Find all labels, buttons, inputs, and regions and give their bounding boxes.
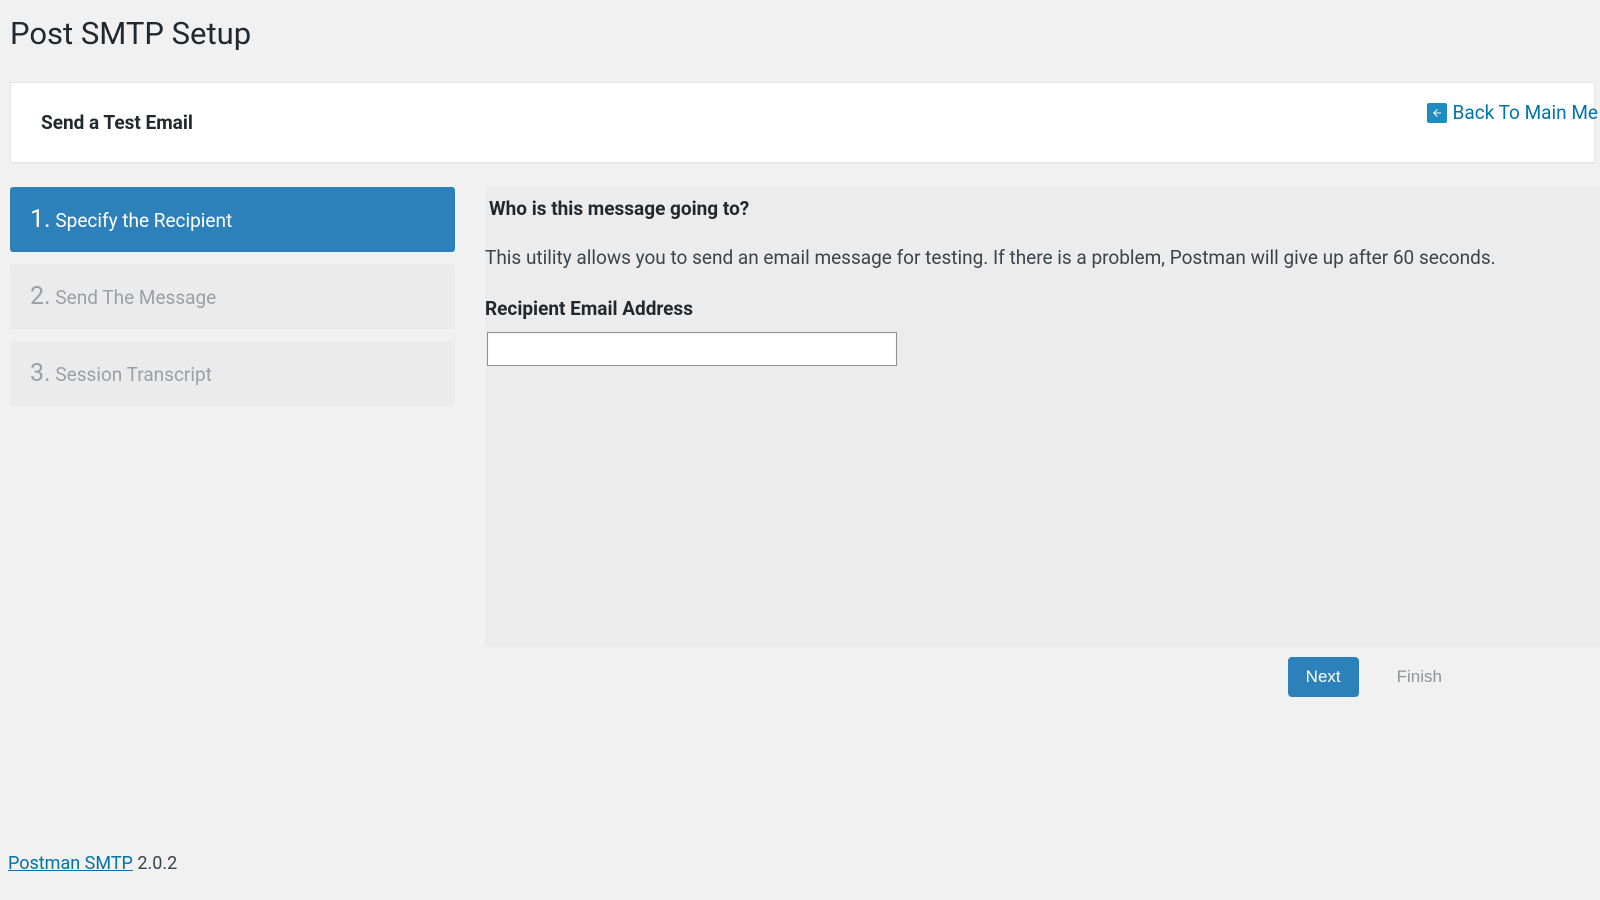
content-panel: Who is this message going to? This utili… — [485, 187, 1600, 647]
card-title: Send a Test Email — [41, 111, 1564, 134]
step-number: 3. — [30, 359, 51, 388]
recipient-label: Recipient Email Address — [485, 297, 1600, 332]
footer-version: 2.0.2 — [133, 853, 177, 874]
content-description: This utility allows you to send an email… — [485, 244, 1600, 297]
page-title: Post SMTP Setup — [0, 0, 1600, 62]
footer: Postman SMTP 2.0.2 — [8, 853, 177, 874]
content-heading: Who is this message going to? — [485, 197, 1600, 244]
finish-button[interactable]: Finish — [1379, 657, 1460, 697]
step-send-message[interactable]: 2. Send The Message — [10, 264, 455, 329]
recipient-email-input[interactable] — [487, 332, 897, 366]
step-number: 2. — [30, 282, 51, 311]
step-number: 1. — [30, 205, 51, 234]
step-label: Specify the Recipient — [55, 209, 232, 232]
step-label: Send The Message — [55, 286, 216, 309]
wizard-buttons: Next Finish — [10, 647, 1520, 697]
arrow-left-icon — [1427, 103, 1447, 123]
steps-column: 1. Specify the Recipient 2. Send The Mes… — [10, 187, 485, 647]
header-card: Send a Test Email Back To Main Me — [10, 82, 1595, 163]
step-specify-recipient[interactable]: 1. Specify the Recipient — [10, 187, 455, 252]
back-to-main-link[interactable]: Back To Main Me — [1427, 101, 1598, 124]
step-label: Session Transcript — [55, 363, 212, 386]
postman-smtp-link[interactable]: Postman SMTP — [8, 853, 133, 874]
back-link-label: Back To Main Me — [1453, 101, 1598, 124]
wizard-container: 1. Specify the Recipient 2. Send The Mes… — [0, 187, 1600, 647]
next-button[interactable]: Next — [1288, 657, 1359, 697]
step-session-transcript[interactable]: 3. Session Transcript — [10, 341, 455, 406]
